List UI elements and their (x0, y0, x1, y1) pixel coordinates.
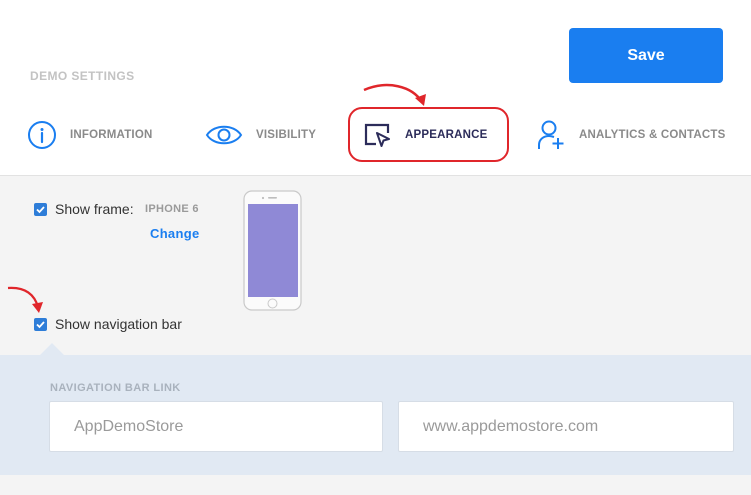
tab-analytics-contacts-label: ANALYTICS & CONTACTS (579, 129, 726, 141)
annotation-highlight-box (348, 107, 509, 162)
phone-frame-preview (243, 190, 302, 311)
show-navbar-checkbox[interactable] (34, 318, 47, 331)
check-icon (36, 206, 45, 214)
section-title: DEMO SETTINGS (30, 69, 135, 83)
annotation-arrow-icon (7, 286, 43, 313)
navbar-name-input[interactable] (49, 401, 383, 452)
settings-header: DEMO SETTINGS Save INFORMATION VISIBILIT… (0, 0, 751, 176)
tab-information-label: INFORMATION (70, 129, 153, 141)
add-user-icon (538, 120, 564, 149)
show-frame-label: Show frame: (55, 201, 134, 217)
info-icon (28, 121, 56, 149)
check-icon (36, 321, 45, 329)
show-frame-checkbox[interactable] (34, 203, 47, 216)
eye-icon (205, 125, 243, 145)
tab-visibility-label: VISIBILITY (256, 129, 317, 141)
navbar-url-input[interactable] (398, 401, 734, 452)
show-navbar-label: Show navigation bar (55, 316, 182, 332)
frame-model-value: IPHONE 6 (145, 203, 199, 215)
annotation-arrow-icon (363, 83, 426, 106)
tab-analytics-contacts[interactable]: ANALYTICS & CONTACTS (536, 118, 725, 152)
tab-information[interactable]: INFORMATION (27, 118, 152, 152)
panel-pointer (40, 343, 64, 355)
bottom-panel (0, 475, 751, 495)
phone-screen (248, 204, 298, 297)
tab-visibility[interactable]: VISIBILITY (205, 118, 316, 152)
navigation-bar-link-heading: NAVIGATION BAR LINK (50, 382, 181, 394)
save-button[interactable]: Save (569, 28, 723, 83)
change-frame-link[interactable]: Change (150, 226, 199, 241)
